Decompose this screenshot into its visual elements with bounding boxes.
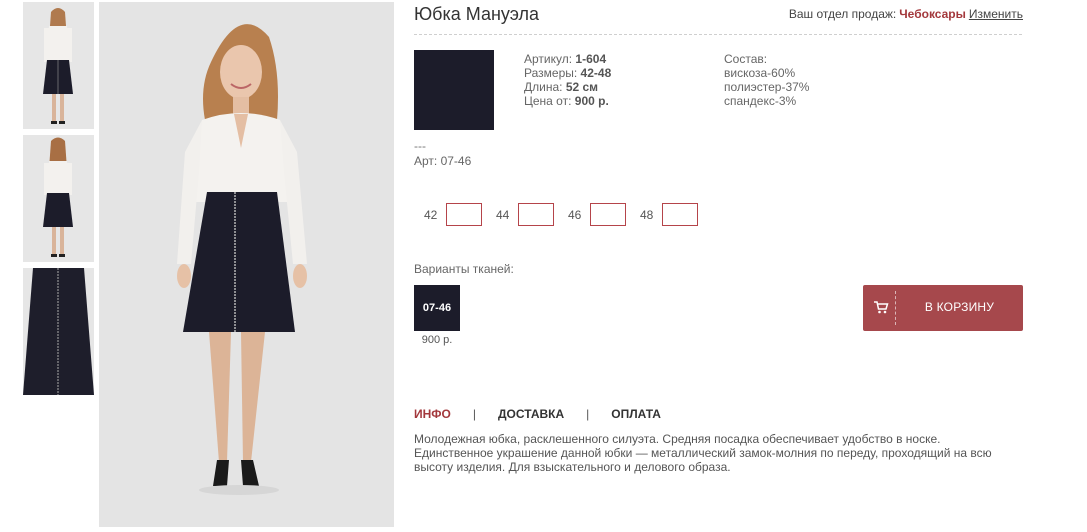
size-quantity-input[interactable] <box>446 203 482 226</box>
product-thumbnail-back[interactable] <box>23 135 94 262</box>
product-thumbnail-front[interactable] <box>23 2 94 129</box>
tab-separator: | <box>586 407 590 421</box>
spec-length: Длина: 52 см <box>524 80 599 94</box>
product-thumbnail-detail[interactable] <box>23 268 94 395</box>
fabric-swatch <box>414 50 494 130</box>
size-quantity-selector: 42 44 46 48 <box>424 203 712 226</box>
size-option: 42 <box>424 203 482 226</box>
change-department-link[interactable]: Изменить <box>969 7 1023 21</box>
fabric-variant[interactable]: 07-46 <box>414 285 460 331</box>
size-option: 44 <box>496 203 554 226</box>
spec-sizes: Размеры: 42-48 <box>524 66 612 80</box>
size-option: 48 <box>640 203 698 226</box>
composition-item: вискоза-60% <box>724 66 796 80</box>
header-divider <box>414 34 1022 35</box>
size-label: 46 <box>568 207 582 222</box>
tab-payment[interactable]: ОПЛАТА <box>611 407 661 421</box>
cart-icon <box>874 301 889 314</box>
size-quantity-input[interactable] <box>518 203 554 226</box>
sales-department-label: Ваш отдел продаж: <box>788 7 897 21</box>
sales-department: Ваш отдел продаж: Чебоксары Изменить <box>789 7 1023 21</box>
model-main-image <box>99 2 394 527</box>
composition-item: спандекс-3% <box>724 94 797 108</box>
product-description: Молодежная юбка, расклешенного силуэта. … <box>414 432 992 474</box>
size-quantity-input[interactable] <box>662 203 698 226</box>
model-back-image <box>23 135 94 262</box>
fabric-variants-label: Варианты тканей: <box>414 262 514 276</box>
tab-info[interactable]: ИНФО <box>414 407 451 421</box>
product-title: Юбка Мануэла <box>414 4 540 24</box>
tab-delivery[interactable]: ДОСТАВКА <box>498 407 564 421</box>
size-quantity-input[interactable] <box>590 203 626 226</box>
tab-separator: | <box>472 407 476 421</box>
spec-article: Артикул: 1-604 <box>524 52 607 66</box>
info-tabs: ИНФО | ДОСТАВКА | ОПЛАТА <box>414 407 661 421</box>
fabric-variant-price: 900 р. <box>421 334 453 346</box>
fabric-article: Арт: 07-46 <box>414 154 472 168</box>
add-to-cart-button[interactable]: В КОРЗИНУ <box>863 285 1023 331</box>
department-city[interactable]: Чебоксары <box>899 7 966 21</box>
size-label: 48 <box>640 207 654 222</box>
main-product-photo <box>99 2 394 527</box>
skirt-detail-image <box>23 268 94 395</box>
product-specs: Артикул: 1-604 Размеры: 42-48 Длина: 52 … <box>524 52 611 108</box>
composition-item: полиэстер-37% <box>724 80 810 94</box>
model-front-image <box>23 2 94 129</box>
size-option: 46 <box>568 203 626 226</box>
size-label: 44 <box>496 207 510 222</box>
spec-price: Цена от: 900 р. <box>524 94 609 108</box>
composition-label: Состав: <box>724 52 768 66</box>
composition: Состав: вискоза-60% полиэстер-37% спанде… <box>724 52 809 108</box>
fabric-dashes: --- <box>414 139 426 153</box>
add-to-cart-label: В КОРЗИНУ <box>924 300 995 314</box>
size-label: 42 <box>424 207 438 222</box>
